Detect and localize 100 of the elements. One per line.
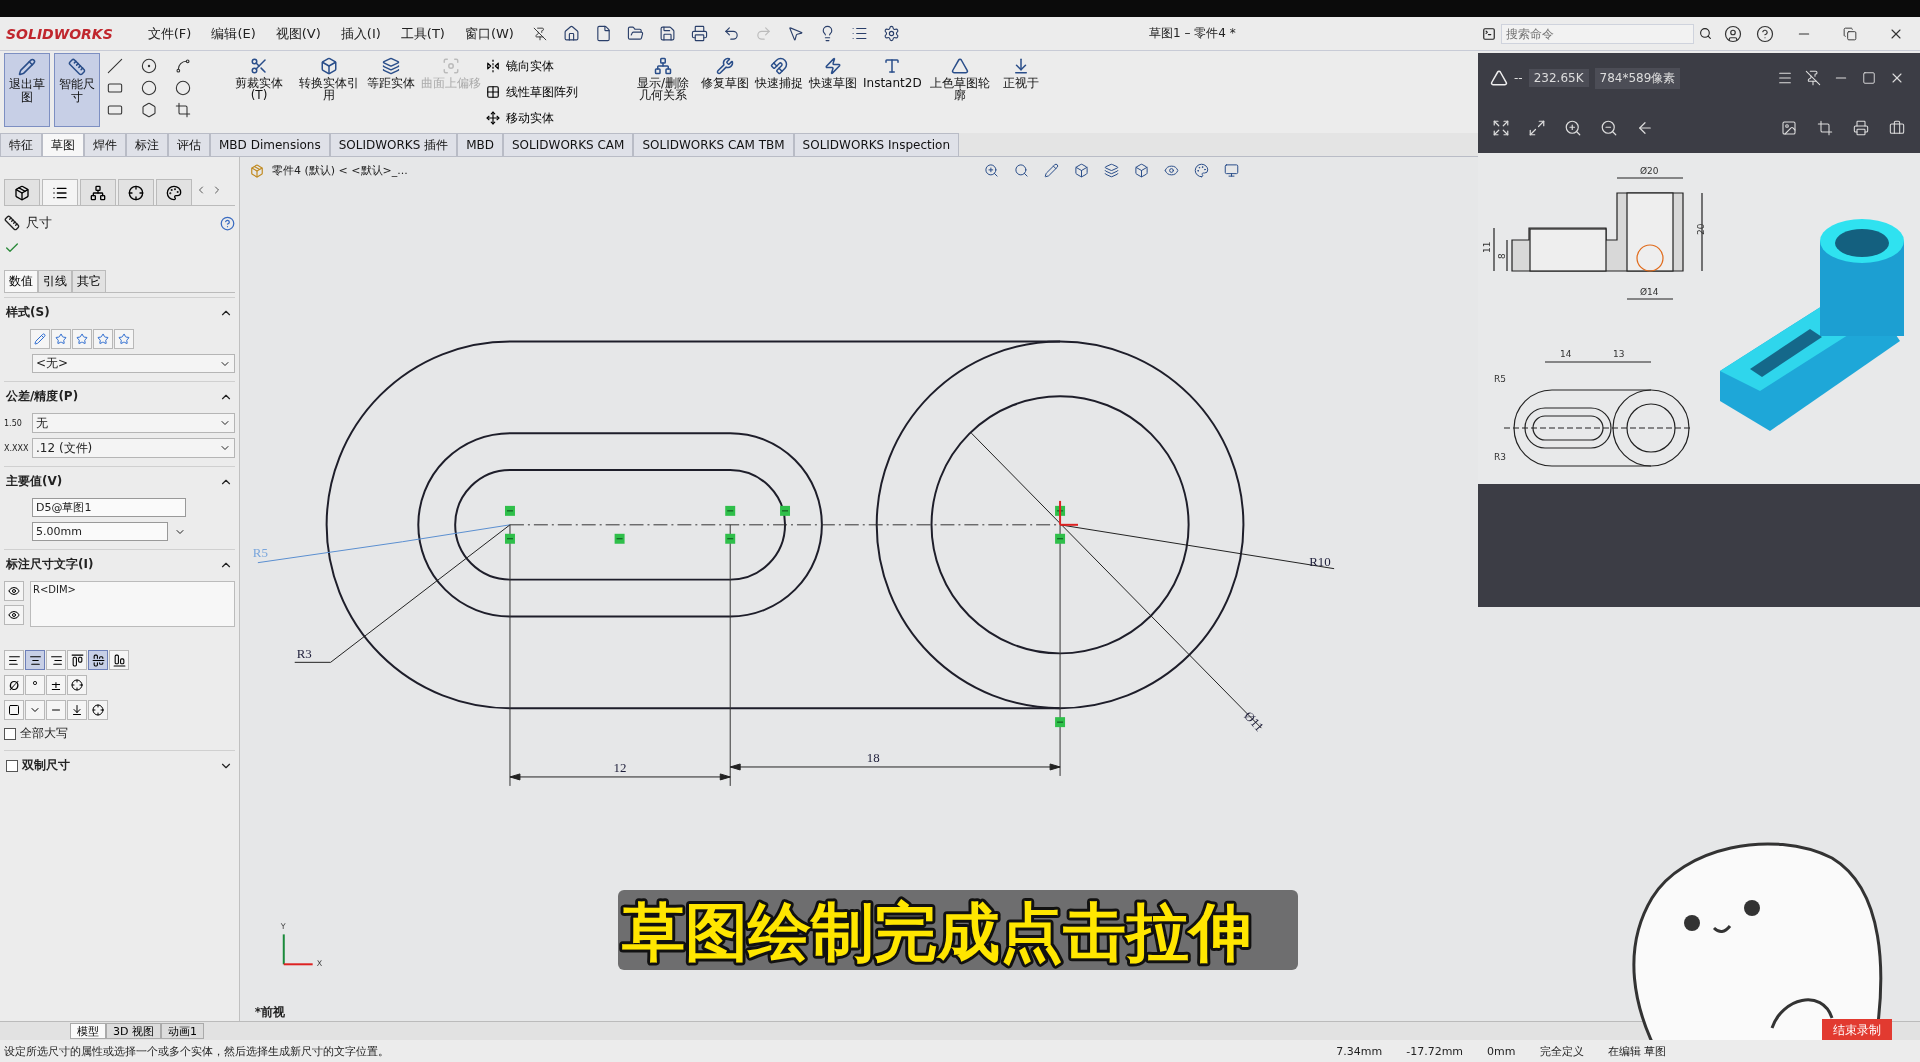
print-icon[interactable] <box>691 25 709 42</box>
stop-recording-button[interactable]: 结束录制 <box>1822 1019 1892 1041</box>
line-icon[interactable] <box>107 58 123 74</box>
align-button[interactable] <box>4 650 24 670</box>
sketch-icon[interactable] <box>1043 163 1059 179</box>
menu-item[interactable]: 编辑(E) <box>206 24 261 43</box>
symbol-button[interactable] <box>67 675 87 695</box>
symbol-button[interactable]: ± <box>46 675 66 695</box>
panel-tab[interactable] <box>42 179 78 205</box>
dimension-text[interactable]: R10 <box>1309 553 1331 569</box>
panel-tab[interactable]: 数值 <box>4 270 38 292</box>
tolerance-dropdown[interactable]: 无 <box>32 413 235 433</box>
restore-icon[interactable] <box>1843 26 1857 41</box>
ribbon-button[interactable]: 快速捕捉 <box>754 53 804 131</box>
style-dropdown[interactable]: <无> <box>32 354 235 373</box>
command-tab[interactable]: 特征 <box>0 133 42 156</box>
open-folder-icon[interactable] <box>627 25 645 42</box>
ribbon-button[interactable]: 正视于 <box>996 53 1045 131</box>
zoom-out-icon[interactable] <box>1600 119 1618 137</box>
style-button[interactable] <box>114 329 134 349</box>
ribbon-button[interactable]: 等距实体 <box>366 53 416 131</box>
panel-tab[interactable] <box>80 179 116 205</box>
center-dimension-button[interactable] <box>4 605 24 625</box>
command-tab[interactable]: MBD <box>457 133 503 156</box>
menu-icon[interactable] <box>1777 70 1793 86</box>
monitor-icon[interactable] <box>1223 163 1239 179</box>
command-tab[interactable]: SOLIDWORKS CAM <box>503 133 634 156</box>
align-button[interactable] <box>67 650 87 670</box>
style-button[interactable] <box>51 329 71 349</box>
section-header[interactable]: 标注尺寸文字(I) <box>4 549 235 575</box>
section-header[interactable]: 公差/精度(P) <box>4 381 235 407</box>
command-tab[interactable]: 标注 <box>126 133 168 156</box>
menu-item[interactable]: 工具(T) <box>395 24 450 43</box>
command-tab[interactable]: SOLIDWORKS CAM TBM <box>633 133 794 156</box>
fit-screen-icon[interactable] <box>1492 119 1510 137</box>
new-file-icon[interactable] <box>595 25 613 42</box>
user-icon[interactable] <box>1724 24 1742 43</box>
home-icon[interactable] <box>563 25 581 42</box>
menu-item[interactable]: 视图(V) <box>270 24 326 43</box>
search-field[interactable]: 搜索命令 <box>1501 23 1694 44</box>
ribbon-button[interactable]: 剪裁实体(T) <box>226 53 292 131</box>
style-button[interactable] <box>30 329 50 349</box>
zoom-area-icon[interactable] <box>1013 163 1029 179</box>
section-header[interactable]: 主要值(V) <box>4 466 235 492</box>
align-button[interactable] <box>25 650 45 670</box>
ribbon-button[interactable]: 转换实体引用 <box>296 53 362 131</box>
sheet-tab[interactable]: 模型 <box>70 1023 106 1039</box>
image-icon[interactable] <box>1781 120 1797 136</box>
symbol-button[interactable]: ° <box>25 675 45 695</box>
menu-item[interactable]: 文件(F) <box>142 24 197 43</box>
panel-tab[interactable]: 引线 <box>38 270 72 292</box>
circle-icon[interactable] <box>141 58 157 74</box>
command-tab[interactable]: MBD Dimensions <box>210 133 330 156</box>
ellipse-icon[interactable] <box>175 80 191 96</box>
tolerance-dropdown[interactable]: .12 (文件) <box>32 438 235 458</box>
print-icon[interactable] <box>1853 120 1869 136</box>
symbol-button[interactable] <box>4 700 24 720</box>
dimension-text-field[interactable]: R<DIM> <box>30 581 235 627</box>
section-header[interactable]: 样式(S) <box>4 297 235 323</box>
list-icon[interactable] <box>851 25 869 42</box>
symbol-button[interactable] <box>88 700 108 720</box>
help-icon[interactable] <box>1756 24 1774 43</box>
dimension-name-field[interactable]: D5@草图1 <box>32 498 186 517</box>
style-button[interactable] <box>93 329 113 349</box>
command-tab[interactable]: SOLIDWORKS Inspection <box>793 133 960 156</box>
ribbon-button[interactable]: 镜向实体 <box>486 57 626 75</box>
section-header[interactable]: 双制尺寸 <box>4 750 235 776</box>
dimension-text[interactable]: Ø11 <box>1241 708 1267 735</box>
actual-size-icon[interactable] <box>1528 119 1546 137</box>
dimension-text[interactable]: 18 <box>866 749 880 765</box>
crop-icon[interactable] <box>1817 120 1833 136</box>
maximize-icon[interactable] <box>1862 71 1876 85</box>
dimension-text[interactable]: R3 <box>296 646 312 662</box>
add-parenthesis-button[interactable] <box>4 581 24 601</box>
panel-tab[interactable] <box>118 179 154 205</box>
save-icon[interactable] <box>659 25 677 42</box>
align-button[interactable] <box>109 650 129 670</box>
dimension-value-field[interactable]: 5.00mm <box>32 522 168 541</box>
align-button[interactable] <box>46 650 66 670</box>
pointer-icon[interactable] <box>787 25 805 42</box>
ribbon-button[interactable]: 智能尺寸 <box>54 53 100 127</box>
spline-icon[interactable] <box>175 58 191 74</box>
command-tab[interactable]: 焊件 <box>84 133 126 156</box>
all-caps-checkbox[interactable]: 全部大写 <box>4 725 235 742</box>
style-button[interactable] <box>72 329 92 349</box>
settings-icon[interactable] <box>883 25 901 42</box>
sheet-tab[interactable]: 3D 视图 <box>106 1023 161 1039</box>
display-style-icon[interactable] <box>1133 163 1149 179</box>
menu-item[interactable]: 插入(I) <box>335 24 386 43</box>
zoom-in-icon[interactable] <box>1564 119 1582 137</box>
panel-tab[interactable] <box>156 179 192 205</box>
feature-tree-path[interactable]: 零件4 (默认) < <默认>_... <box>272 163 972 179</box>
ribbon-button[interactable]: 退出草图 <box>4 53 50 127</box>
zoom-icon[interactable] <box>983 163 999 179</box>
panel-tab[interactable] <box>4 179 40 205</box>
menu-item[interactable]: 窗口(W) <box>459 24 519 43</box>
align-button[interactable] <box>88 650 108 670</box>
symbol-button[interactable]: Ø <box>4 675 24 695</box>
pin-icon[interactable] <box>532 26 547 41</box>
ribbon-button[interactable]: 修复草图 <box>700 53 750 131</box>
